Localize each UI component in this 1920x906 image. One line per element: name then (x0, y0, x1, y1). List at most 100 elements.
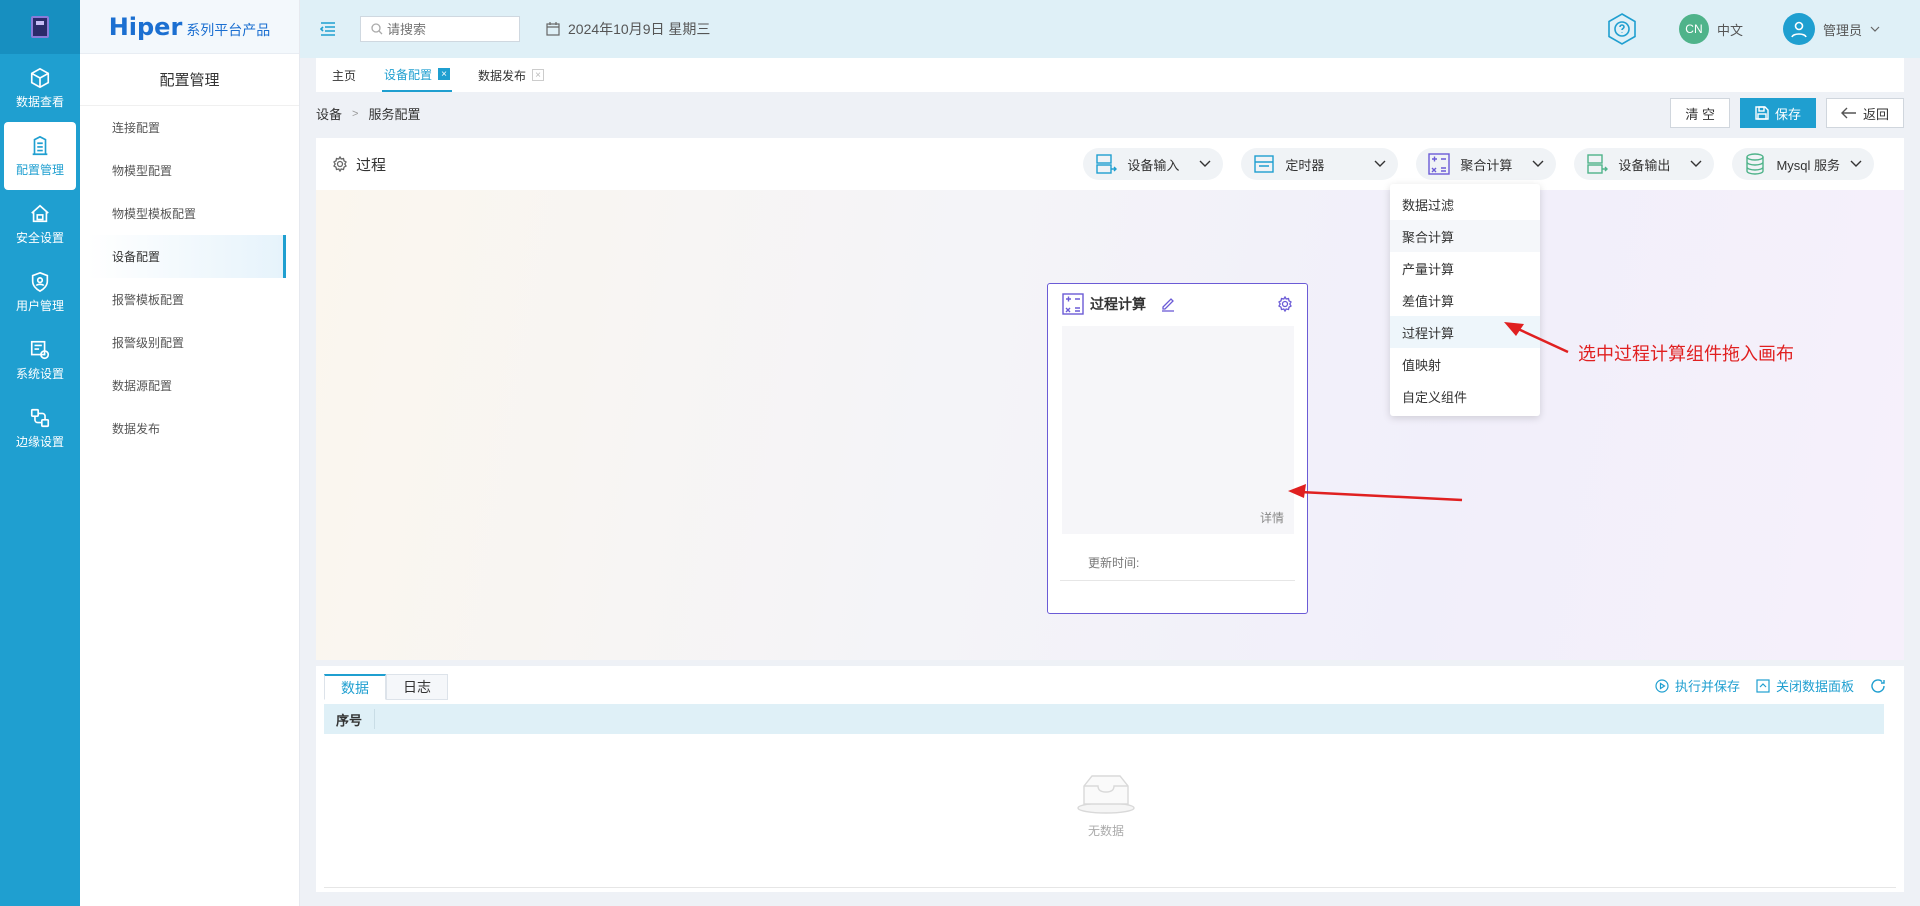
breadcrumb-current: 服务配置 (368, 107, 421, 122)
search-input[interactable] (387, 21, 507, 37)
sidebar-item-data-publish[interactable]: 数据发布 (80, 407, 299, 450)
process-calc-node[interactable]: 过程计算 详情 更新时间: (1047, 283, 1308, 614)
rail-label: 数据查看 (15, 94, 64, 109)
rail-item-data-view[interactable]: 数据查看 (0, 54, 80, 122)
icon-rail: 数据查看 配置管理 安全设置 用户管理 系统设置 边缘设置 (0, 0, 80, 906)
breadcrumb-root[interactable]: 设备 (316, 104, 342, 123)
node-header: 过程计算 (1048, 284, 1307, 324)
brand-logo: Hiper 系列平台产品 (80, 0, 299, 54)
page-actions: 清 空 保存 返回 (1670, 98, 1904, 128)
menu-item-custom[interactable]: 自定义组件 (1390, 380, 1540, 412)
chevron-down-icon (1199, 160, 1211, 167)
timer-icon (1254, 155, 1275, 173)
sidebar-item-thing-model-template[interactable]: 物模型模板配置 (80, 192, 299, 235)
close-panel-label: 关闭数据面板 (1775, 679, 1854, 694)
data-panel: 数据 日志 执行并保存 关闭数据面板 序号 无数据 (316, 666, 1904, 892)
close-panel-button[interactable]: 关闭数据面板 (1756, 676, 1854, 695)
shield-user-icon (31, 271, 49, 292)
close-icon[interactable]: × (438, 68, 451, 80)
back-button[interactable]: 返回 (1825, 98, 1904, 128)
device-output-dropdown[interactable]: 设备输出 (1574, 148, 1715, 180)
refresh-icon[interactable] (1870, 678, 1886, 694)
rail-label: 系统设置 (15, 366, 64, 381)
breadcrumb-separator: > (352, 107, 359, 120)
flow-canvas[interactable]: 过程计算 详情 更新时间: (316, 190, 1904, 660)
device-input-dropdown[interactable]: 设备输入 (1083, 148, 1224, 180)
menu-item-data-filter[interactable]: 数据过滤 (1390, 188, 1540, 220)
help-icon[interactable] (1605, 12, 1639, 46)
timer-dropdown[interactable]: 定时器 (1241, 148, 1399, 180)
pill-label: 设备输出 (1618, 157, 1671, 173)
sidebar-item-alarm-level[interactable]: 报警级别配置 (80, 321, 299, 364)
red-arrow-menu (1504, 322, 1569, 354)
sidebar-item-thing-model[interactable]: 物模型配置 (80, 149, 299, 192)
rail-item-config[interactable]: 配置管理 (4, 122, 76, 190)
run-save-button[interactable]: 执行并保存 (1655, 676, 1740, 695)
process-title: 过程 (332, 154, 386, 175)
sidebar-item-connection[interactable]: 连接配置 (80, 106, 299, 149)
sidebar-title: 配置管理 (80, 54, 299, 106)
menu-item-diff-calc[interactable]: 差值计算 (1390, 284, 1540, 316)
date-text: 2024年10月9日 星期三 (568, 21, 711, 37)
brand-name: Hiper (108, 12, 183, 41)
table-header: 序号 (324, 704, 1884, 734)
clear-button[interactable]: 清 空 (1670, 98, 1730, 128)
red-arrow-node (1288, 484, 1463, 502)
brand-subtitle: 系列平台产品 (186, 21, 271, 38)
rail-item-users[interactable]: 用户管理 (0, 258, 80, 326)
menu-item-output-calc[interactable]: 产量计算 (1390, 252, 1540, 284)
edit-icon[interactable] (1160, 296, 1176, 312)
mysql-service-dropdown[interactable]: Mysql 服务 (1732, 148, 1874, 180)
run-save-label: 执行并保存 (1674, 679, 1740, 694)
save-button[interactable]: 保存 (1739, 98, 1816, 128)
aggregate-calc-dropdown[interactable]: 聚合计算 (1416, 148, 1557, 180)
tab-data[interactable]: 数据 (324, 674, 386, 700)
rail-label: 配置管理 (15, 162, 64, 177)
page-tabs: 主页 设备配置 × 数据发布 × (316, 58, 1904, 92)
rail-label: 用户管理 (15, 298, 64, 313)
back-label: 返回 (1862, 106, 1889, 122)
rail-label: 安全设置 (15, 230, 64, 245)
arrow-left-icon (1840, 107, 1856, 119)
device-input-icon (1096, 154, 1118, 174)
sidebar-item-datasource[interactable]: 数据源配置 (80, 364, 299, 407)
rail-item-edge[interactable]: 边缘设置 (0, 394, 80, 462)
divider (324, 887, 1896, 888)
rail-item-system[interactable]: 系统设置 (0, 326, 80, 394)
user-icon (1791, 21, 1807, 38)
search-box[interactable] (360, 16, 520, 42)
gear-icon[interactable] (1277, 296, 1293, 312)
avatar (1782, 13, 1815, 45)
system-gear-icon (30, 340, 50, 359)
search-icon (371, 23, 383, 35)
rail-item-security[interactable]: 安全设置 (0, 190, 80, 258)
process-title-text: 过程 (356, 156, 387, 174)
detail-link[interactable]: 详情 (1260, 509, 1284, 526)
close-icon[interactable]: × (532, 69, 545, 81)
menu-toggle-icon[interactable] (316, 17, 340, 41)
updated-time-label: 更新时间: (1088, 556, 1140, 570)
empty-state: 无数据 (1076, 772, 1136, 839)
pill-label: 定时器 (1285, 157, 1325, 173)
tab-data-publish[interactable]: 数据发布 × (478, 58, 545, 92)
tab-log[interactable]: 日志 (386, 674, 448, 700)
building-icon (32, 135, 48, 155)
rail-label: 边缘设置 (15, 434, 64, 449)
empty-text: 无数据 (1087, 824, 1124, 838)
tab-home[interactable]: 主页 (332, 58, 356, 92)
user-menu[interactable]: 管理员 (1782, 13, 1880, 45)
calendar-icon (546, 22, 560, 36)
gear-icon (333, 156, 347, 172)
cube-icon (30, 67, 50, 88)
tab-device-config[interactable]: 设备配置 × (382, 58, 453, 92)
sidebar-item-alarm-template[interactable]: 报警模板配置 (80, 278, 299, 321)
house-lock-icon (31, 204, 49, 222)
column-index: 序号 (324, 709, 376, 729)
breadcrumb: 设备 > 服务配置 (316, 104, 420, 123)
tab-label: 数据发布 (478, 68, 527, 83)
language-switch[interactable]: CN 中文 (1678, 14, 1743, 44)
pill-label: Mysql 服务 (1776, 157, 1840, 173)
sidebar-item-device-config[interactable]: 设备配置 (88, 235, 286, 278)
aggregate-calc-menu: 数据过滤 聚合计算 产量计算 差值计算 过程计算 值映射 自定义组件 (1390, 184, 1540, 416)
menu-item-aggregate[interactable]: 聚合计算 (1390, 220, 1540, 252)
